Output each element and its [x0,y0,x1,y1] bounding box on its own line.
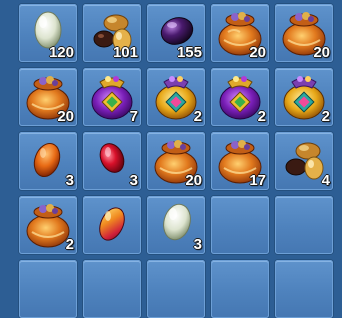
item-count: 4 [321,172,330,189]
inventory-slot-empty[interactable] [211,196,269,254]
item-count: 17 [249,172,266,189]
inventory-slot-empty[interactable] [211,260,269,318]
inventory-slot-white-stone[interactable]: 3 [147,196,205,254]
inventory-slot-empty[interactable] [83,260,141,318]
item-count: 155 [176,44,202,61]
inventory-slot-white-stone[interactable]: 120 [19,4,77,62]
item-count: 101 [112,44,138,61]
inventory-slot-red-stone[interactable]: 3 [83,132,141,190]
inventory-slot-orange-sack[interactable]: 20 [275,4,333,62]
inventory-slot-orange-sack[interactable]: 20 [147,132,205,190]
item-count: 120 [48,44,74,61]
inventory-slot-orange-sack[interactable]: 20 [19,68,77,126]
item-count: 2 [193,108,202,125]
inventory-slot-fire-stone[interactable] [83,196,141,254]
item-count: 3 [129,172,138,189]
inventory-slot-orange-sack[interactable]: 17 [211,132,269,190]
item-count: 3 [193,236,202,253]
item-count: 7 [129,108,138,125]
item-count: 2 [257,108,266,125]
inventory-slot-purple-pouch[interactable]: 2 [211,68,269,126]
inventory-slot-empty[interactable] [19,260,77,318]
inventory-slot-empty[interactable] [275,196,333,254]
inventory-slot-empty[interactable] [147,260,205,318]
item-count: 20 [313,44,330,61]
item-count: 20 [57,108,74,125]
inventory-slot-gold-pouch[interactable]: 2 [147,68,205,126]
item-count: 20 [185,172,202,189]
item-count: 2 [321,108,330,125]
inventory-slot-orange-stone[interactable]: 3 [19,132,77,190]
inventory-slot-orange-sack[interactable]: 20 [211,4,269,62]
inventory-slot-purple-stone[interactable]: 155 [147,4,205,62]
inventory-slot-purple-pouch[interactable]: 7 [83,68,141,126]
inventory-slot-gold-pouch[interactable]: 2 [275,68,333,126]
item-count: 20 [249,44,266,61]
inventory-slot-orange-sack[interactable]: 2 [19,196,77,254]
inventory-grid: 120 101 155 20 20 20 7 2 2 2 3 3 20 17 4… [0,0,342,318]
item-count: 3 [65,172,74,189]
inventory-slot-mixed-gems[interactable]: 101 [83,4,141,62]
inventory-slot-empty[interactable] [275,260,333,318]
item-count: 2 [65,236,74,253]
inventory-slot-mixed-gems[interactable]: 4 [275,132,333,190]
fire-stone-icon [99,207,125,241]
